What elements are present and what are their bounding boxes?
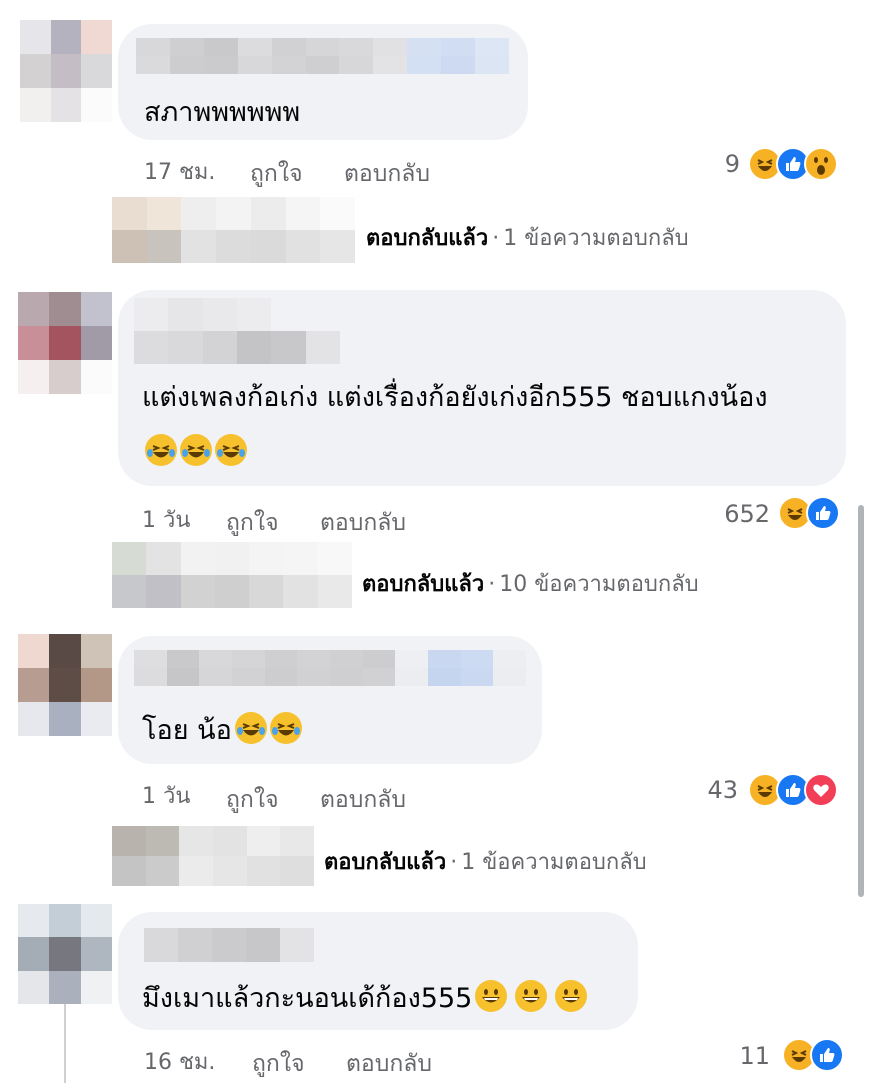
view-replies-link[interactable]: ตอบกลับแล้ว · 1 ข้อความตอบกลับ [366,220,689,255]
separator-dot: · [488,572,496,597]
view-replies-link[interactable]: ตอบกลับแล้ว · 1 ข้อความตอบกลับ [324,844,647,879]
like-button[interactable]: ถูกใจ [226,782,279,818]
reaction-icons[interactable] [782,1038,844,1072]
laughing-tears-emoji-icon [234,712,267,744]
reply-button[interactable]: ตอบกลับ [320,782,406,818]
reply-button[interactable]: ตอบกลับ [346,1046,432,1082]
love-icon [804,773,838,807]
reply-button[interactable]: ตอบกลับ [320,505,406,541]
replier-avatars[interactable] [112,542,352,608]
avatar[interactable] [18,634,112,736]
reply-count: 1 ข้อความตอบกลับ [503,226,689,251]
laughing-tears-emoji-icon [145,434,177,466]
like-icon [806,496,840,530]
reaction-icons[interactable] [748,147,838,181]
comment-time[interactable]: 17 ชม. [144,154,215,189]
reaction-count[interactable]: 9 [725,150,740,178]
reaction-count[interactable]: 652 [724,500,770,528]
avatar[interactable] [20,20,112,122]
avatar[interactable] [18,292,112,394]
replied-label: ตอบกลับแล้ว [362,572,485,597]
grinning-emoji-icon [515,980,548,1012]
laughing-tears-emoji-icon [180,434,212,466]
grinning-emoji-icon [555,980,588,1012]
comment-text: แต่งเพลงก้อเก่ง แต่งเรื่องก้อยังเก่งอีก5… [142,382,768,413]
commenter-name[interactable] [136,38,509,74]
reaction-count[interactable]: 11 [739,1042,770,1070]
separator-dot: · [450,850,458,875]
comment-time[interactable]: 1 วัน [142,778,190,813]
reaction-count[interactable]: 43 [707,776,738,804]
commenter-name[interactable] [134,298,340,364]
reaction-icons[interactable] [778,496,840,530]
like-button[interactable]: ถูกใจ [252,1046,305,1082]
replier-avatars[interactable] [112,826,314,886]
reply-count: 1 ข้อความตอบกลับ [461,850,647,875]
like-button[interactable]: ถูกใจ [250,156,303,192]
avatar[interactable] [18,904,112,1004]
replier-avatars[interactable] [112,197,355,263]
reply-button[interactable]: ตอบกลับ [344,156,430,192]
laughing-tears-emoji-icon [269,712,302,744]
comment-emoji-row [142,434,247,466]
like-icon [810,1038,844,1072]
comment-time[interactable]: 1 วัน [142,502,190,537]
scrollbar[interactable] [858,505,864,897]
laughing-tears-emoji-icon [215,434,247,466]
replied-label: ตอบกลับแล้ว [324,850,447,875]
commenter-name[interactable] [144,928,314,962]
comment-text-body: โอย น้อ [142,715,232,746]
like-button[interactable]: ถูกใจ [226,505,279,541]
wow-icon [804,147,838,181]
thread-line [64,1004,66,1083]
separator-dot: · [492,226,500,251]
grinning-emoji-icon [475,980,508,1012]
comment-text: โอย น้อ [142,712,302,749]
comment-time[interactable]: 16 ชม. [144,1044,215,1079]
view-replies-link[interactable]: ตอบกลับแล้ว · 10 ข้อความตอบกลับ [362,566,699,601]
comment-text-body: มึงเมาแล้วกะนอนเด้ก้อง555 [142,983,473,1014]
reply-count: 10 ข้อความตอบกลับ [499,572,699,597]
commenter-name[interactable] [134,650,526,686]
replied-label: ตอบกลับแล้ว [366,226,489,251]
comment-text: สภาพพพพพพ [144,97,301,128]
comment-text: มึงเมาแล้วกะนอนเด้ก้อง555 [142,980,588,1017]
reaction-icons[interactable] [748,773,838,807]
